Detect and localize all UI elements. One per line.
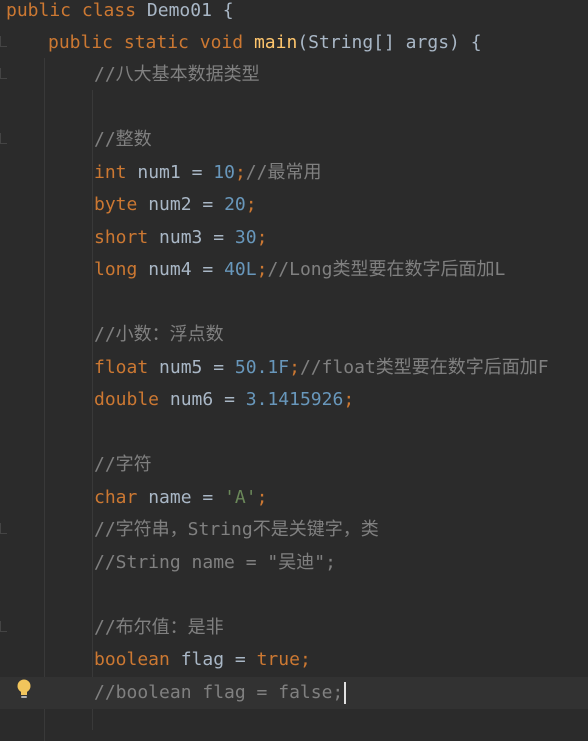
type-keyword: double — [94, 389, 160, 410]
code-line[interactable]: double num6 = 3.1415926; — [0, 384, 588, 416]
comment: //最常用 — [245, 162, 322, 183]
variable: num1 — [137, 162, 181, 183]
semicolon: ; — [256, 487, 268, 508]
semicolon: ; — [343, 389, 355, 410]
code-text: int num1 = 10;//最常用 — [94, 157, 321, 189]
code-line[interactable]: short num3 = 30; — [0, 222, 588, 254]
semicolon: ; — [256, 227, 268, 248]
code-text: public static void main(String[] args) { — [48, 27, 482, 59]
comment: //Long类型要在数字后面加L — [267, 259, 506, 280]
comment: //boolean flag = false; — [94, 682, 344, 703]
lightbulb-icon[interactable] — [16, 678, 32, 700]
comment: //小数：浮点数 — [94, 324, 224, 345]
type-keyword: char — [94, 487, 138, 508]
code-line[interactable]: char name = 'A'; — [0, 482, 588, 514]
code-text: float num5 = 50.1F;//float类型要在数字后面加F — [94, 352, 549, 384]
code-text: boolean flag = true; — [94, 644, 311, 676]
comment: //字符 — [94, 454, 152, 475]
code-text: byte num2 = 20; — [94, 189, 257, 221]
code-text: char name = 'A'; — [94, 482, 267, 514]
comment: //字符串，String不是关键字，类 — [94, 519, 379, 540]
semicolon: ; — [289, 357, 300, 378]
variable: num3 — [159, 227, 203, 248]
code-line[interactable]: //字符 — [0, 449, 588, 481]
type-keyword: short — [94, 227, 149, 248]
code-line[interactable]: //小数：浮点数 — [0, 319, 588, 351]
literal: 50.1F — [234, 357, 290, 378]
type-keyword: long — [94, 259, 138, 280]
type-keyword: byte — [94, 194, 138, 215]
semicolon: ; — [256, 259, 268, 280]
operator: = — [202, 487, 214, 508]
variable: flag — [180, 649, 225, 670]
keyword: static — [123, 32, 189, 53]
variable: num2 — [148, 194, 192, 215]
comment: //float类型要在数字后面加F — [299, 357, 549, 378]
code-text: long num4 = 40L;//Long类型要在数字后面加L — [94, 254, 505, 286]
semicolon: ; — [245, 194, 257, 215]
comment: //整数 — [94, 129, 152, 150]
variable: num6 — [169, 389, 214, 410]
type-keyword: boolean — [94, 649, 170, 670]
parameters: (String[] args) — [297, 32, 460, 53]
code-line[interactable]: public static void main(String[] args) { — [0, 27, 588, 59]
class-name: Demo01 — [146, 0, 212, 21]
literal: 20 — [224, 194, 246, 215]
code-line[interactable]: //字符串，String不是关键字，类 — [0, 514, 588, 546]
type-keyword: int — [94, 162, 127, 183]
current-code-line[interactable]: //boolean flag = false; — [0, 677, 588, 709]
keyword: void — [199, 32, 244, 53]
literal: true — [256, 649, 300, 670]
code-line[interactable]: //整数 — [0, 124, 588, 156]
code-line[interactable]: //布尔值：是非 — [0, 612, 588, 644]
operator: = — [213, 357, 225, 378]
keyword: public — [48, 32, 114, 53]
code-text: double num6 = 3.1415926; — [94, 384, 354, 416]
semicolon: ; — [234, 162, 246, 183]
code-editor[interactable]: public class Demo01 { public static void… — [0, 0, 588, 741]
literal: 40L — [224, 259, 257, 280]
literal: 10 — [213, 162, 235, 183]
operator: = — [202, 259, 214, 280]
code-line[interactable]: int num1 = 10;//最常用 — [0, 157, 588, 189]
comment: //String name = "吴迪"; — [94, 552, 336, 573]
keyword: public — [6, 0, 72, 21]
keyword: class — [81, 0, 137, 21]
literal: 'A' — [224, 487, 257, 508]
variable: name — [148, 487, 192, 508]
operator: = — [202, 194, 214, 215]
operator: = — [213, 227, 225, 248]
method-name: main — [253, 32, 298, 53]
code-line[interactable]: //String name = "吴迪"; — [0, 547, 588, 579]
variable: num4 — [148, 259, 192, 280]
code-text: public class Demo01 { — [6, 0, 234, 27]
brace: { — [222, 0, 234, 21]
operator: = — [234, 649, 246, 670]
code-line[interactable]: byte num2 = 20; — [0, 189, 588, 221]
comment: //八大基本数据类型 — [94, 64, 260, 85]
comment: //布尔值：是非 — [94, 617, 224, 638]
code-line[interactable]: float num5 = 50.1F;//float类型要在数字后面加F — [0, 352, 588, 384]
code-line[interactable]: public class Demo01 { — [0, 0, 588, 27]
text-caret — [344, 682, 347, 704]
code-line[interactable]: long num4 = 40L;//Long类型要在数字后面加L — [0, 254, 588, 286]
brace: { — [470, 32, 482, 53]
literal: 3.1415926 — [245, 389, 344, 410]
code-text: //boolean flag = false; — [94, 677, 347, 709]
variable: num5 — [159, 357, 203, 378]
code-text: short num3 = 30; — [94, 222, 267, 254]
semicolon: ; — [299, 649, 311, 670]
operator: = — [191, 162, 203, 183]
type-keyword: float — [94, 357, 149, 378]
code-line[interactable]: boolean flag = true; — [0, 644, 588, 676]
literal: 30 — [234, 227, 257, 248]
code-line[interactable]: //八大基本数据类型 — [0, 59, 588, 91]
operator: = — [224, 389, 235, 410]
